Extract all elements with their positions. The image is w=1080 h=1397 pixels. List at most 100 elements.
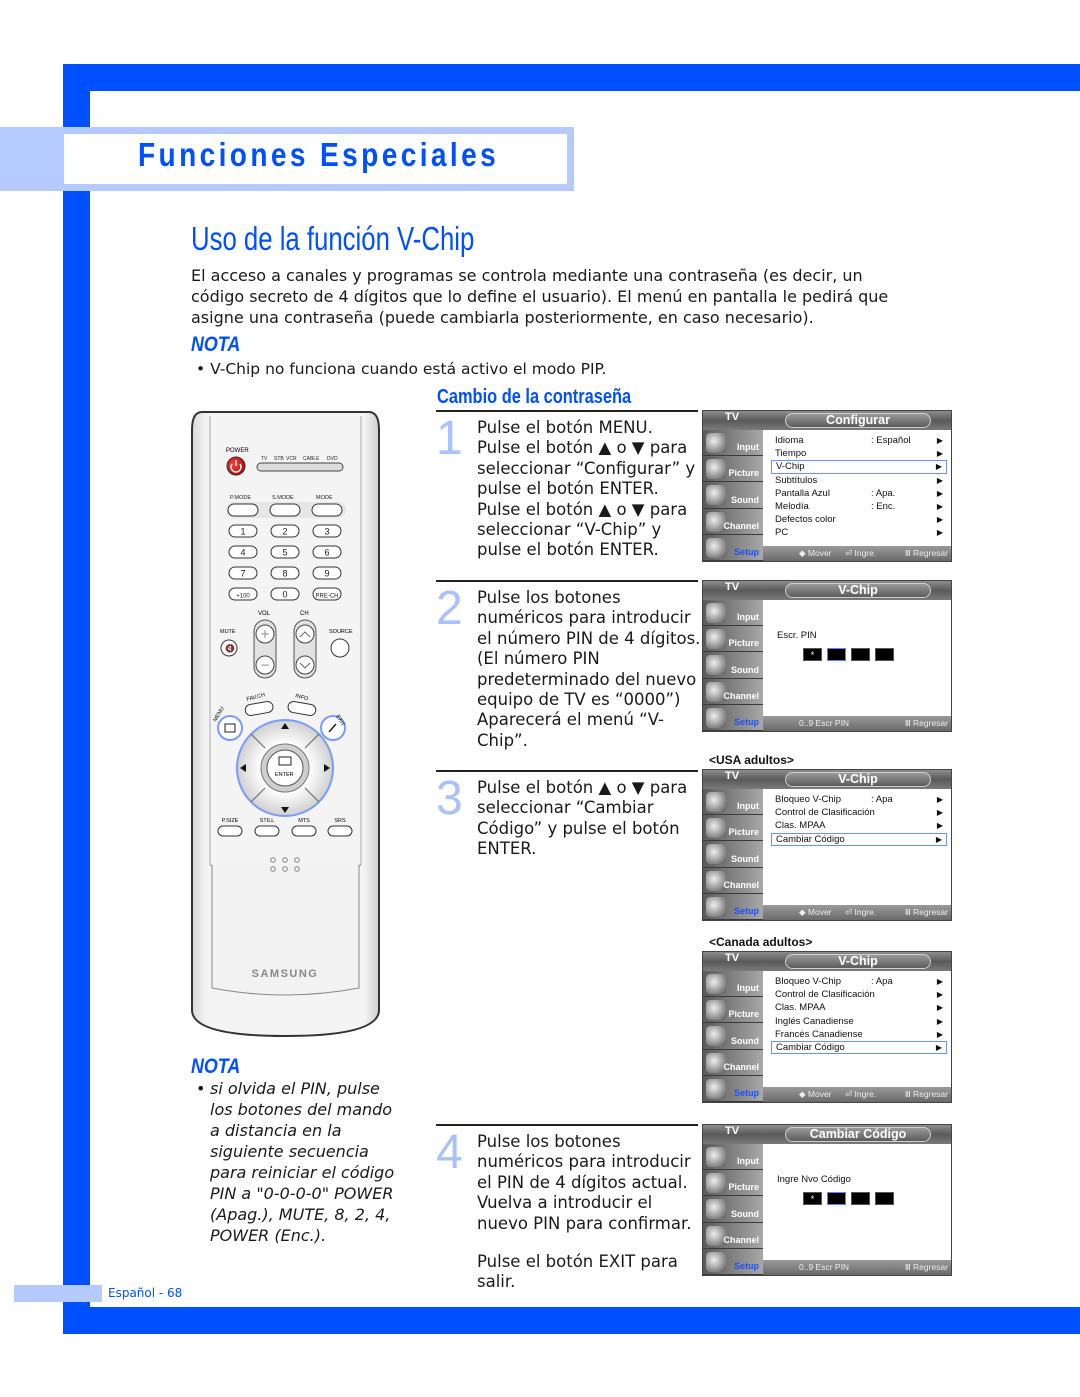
- nota-bottom-label: NOTA: [191, 1055, 241, 1078]
- osd-menu-item[interactable]: Clas. MPAA ▶: [771, 819, 947, 832]
- osd-sidebar-item-input[interactable]: Input: [703, 1144, 763, 1171]
- osd-title: Cambiar Código: [809, 1127, 907, 1141]
- pin-digit-box[interactable]: *: [803, 648, 822, 661]
- osd-sidebar-item-setup[interactable]: Setup: [703, 893, 763, 920]
- osd-menu-item[interactable]: Cambiar Código ▶: [771, 832, 947, 846]
- step-line: Pulse el botón ▲ o ▼ para seleccionar “C…: [477, 778, 688, 859]
- osd-menu-item[interactable]: Bloqueo V-Chip: Apa ▶: [771, 793, 947, 806]
- bottom-button-label: SRS: [334, 818, 346, 824]
- pin-input[interactable]: *: [803, 1192, 894, 1205]
- osd-sidebar-item-channel[interactable]: Channel: [703, 508, 763, 535]
- osd-sidebar-item-input[interactable]: Input: [703, 971, 763, 998]
- osd-menu-item[interactable]: Control de Clasificación ▶: [771, 806, 947, 819]
- osd-sidebar-item-sound[interactable]: Sound: [703, 841, 763, 868]
- osd-footer-enter: ⏎ Ingre.: [845, 907, 877, 917]
- power-label: POWER: [226, 448, 249, 454]
- bottom-button[interactable]: [217, 825, 243, 837]
- osd-menu-item[interactable]: Idioma: Español ▶: [771, 434, 947, 447]
- osd-title: V-Chip: [838, 583, 878, 597]
- osd-sidebar-item-picture[interactable]: Picture: [703, 815, 763, 842]
- osd-menu-item-label: Cambiar Código: [776, 1041, 845, 1053]
- osd-sidebar-item-picture[interactable]: Picture: [703, 626, 763, 653]
- osd-sidebar-label: Picture: [728, 827, 759, 838]
- pin-digit-box[interactable]: [851, 1192, 870, 1205]
- osd-menu-item[interactable]: Control de Clasificación ▶: [771, 988, 947, 1001]
- arrow-right-icon: ▶: [936, 436, 943, 445]
- nota-bottom-text: • si olvida el PIN, pulse los botones de…: [196, 1078, 406, 1246]
- ch-down-button[interactable]: [295, 655, 315, 675]
- pin-input[interactable]: *: [803, 648, 894, 661]
- osd-sidebar-item-channel[interactable]: Channel: [703, 1049, 763, 1076]
- remote-control: POWER TV STB VCR CABLE DVD P.MODE S.MODE MODE …: [190, 410, 381, 1038]
- osd-footer-enter: ⏎ Ingre.: [845, 1089, 877, 1099]
- osd-title: V-Chip: [838, 772, 878, 786]
- pin-digit-box[interactable]: [875, 1192, 894, 1205]
- mode-label: P.MODE: [230, 495, 251, 501]
- setup-icon: [706, 1251, 726, 1272]
- osd-sidebar-item-channel[interactable]: Channel: [703, 1222, 763, 1249]
- source-label: SOURCE: [329, 629, 353, 635]
- step-1: 1 Pulse el botón MENU. Pulse el botón ▲ …: [436, 410, 698, 580]
- osd-menu-item[interactable]: Bloqueo V-Chip: Apa ▶: [771, 975, 947, 988]
- bottom-button[interactable]: [254, 825, 280, 837]
- mode-button-2[interactable]: [269, 503, 301, 517]
- arrow-right-icon: ▶: [936, 1003, 943, 1013]
- osd-sidebar-item-channel[interactable]: Channel: [703, 867, 763, 894]
- picture-icon: [706, 1173, 726, 1194]
- menu-button[interactable]: [217, 715, 243, 741]
- osd-sidebar-item-setup[interactable]: Setup: [703, 1075, 763, 1102]
- osd-sidebar-item-sound[interactable]: Sound: [703, 482, 763, 509]
- osd-menu-item[interactable]: Francés Canadiense ▶: [771, 1028, 947, 1041]
- enter-button[interactable]: [266, 749, 304, 787]
- pin-digit-box[interactable]: [851, 648, 870, 661]
- osd-sidebar-item-input[interactable]: Input: [703, 430, 763, 457]
- mode-button-3[interactable]: [311, 503, 343, 517]
- osd-sidebar-item-sound[interactable]: Sound: [703, 1196, 763, 1223]
- osd-sidebar-item-picture[interactable]: Picture: [703, 997, 763, 1024]
- osd-menu-item[interactable]: Subtítulos ▶: [771, 474, 947, 487]
- tv-osd-screen: TV V-Chip Input Picture Sound Channel Setup Esc…: [702, 580, 952, 732]
- osd-menu-item-label: Inglés Canadiense: [775, 1015, 854, 1027]
- osd-menu-item[interactable]: Inglés Canadiense ▶: [771, 1015, 947, 1028]
- pin-label: Ingre Nvo Código: [777, 1174, 851, 1185]
- osd-sidebar-item-picture[interactable]: Picture: [703, 456, 763, 483]
- osd-sidebar-item-input[interactable]: Input: [703, 789, 763, 816]
- input-icon: [706, 603, 726, 623]
- osd-menu-item[interactable]: V-Chip ▶: [771, 460, 947, 474]
- pin-digit-box[interactable]: *: [803, 1192, 822, 1205]
- ch-up-button[interactable]: [295, 624, 315, 644]
- osd-menu-item[interactable]: Cambiar Código ▶: [771, 1040, 947, 1055]
- osd-footer-move: ◆ Mover: [799, 907, 832, 917]
- osd-menu-item[interactable]: Clas. MPAA ▶: [771, 1001, 947, 1014]
- osd-menu-item-label: Defectos color: [775, 514, 836, 526]
- osd-menu-item[interactable]: PC ▶: [771, 526, 947, 539]
- osd-footer: ◆ Mover ⏎ Ingre. Ⅲ Regresar: [763, 546, 951, 561]
- osd-footer-pin: 0..9 Escr PIN: [799, 718, 850, 728]
- osd-sidebar-label: Input: [737, 801, 759, 812]
- osd-menu-item-label: Clas. MPAA: [775, 1002, 826, 1014]
- remote-control-illustration: POWER TV STB VCR CABLE DVD P.MODE S.MODE MODE …: [191, 411, 380, 1038]
- osd-sidebar-item-input[interactable]: Input: [703, 600, 763, 627]
- digit-label: 1: [240, 527, 245, 537]
- osd-sidebar-item-setup[interactable]: Setup: [703, 704, 763, 731]
- osd-tv-label: TV: [725, 952, 740, 964]
- osd-sidebar-item-channel[interactable]: Channel: [703, 678, 763, 705]
- bottom-button[interactable]: [291, 825, 317, 837]
- osd-sidebar-label: Channel: [723, 1234, 759, 1245]
- osd-menu-item[interactable]: Defectos color ▶: [771, 513, 947, 526]
- bottom-button[interactable]: [327, 825, 353, 837]
- source-button[interactable]: [330, 638, 350, 658]
- mode-button-1[interactable]: [227, 503, 259, 517]
- osd-sidebar-item-setup[interactable]: Setup: [703, 534, 763, 561]
- osd-sidebar-item-setup[interactable]: Setup: [703, 1248, 763, 1275]
- pin-digit-box[interactable]: [827, 648, 846, 661]
- osd-sidebar-item-sound[interactable]: Sound: [703, 652, 763, 679]
- osd-sidebar-item-picture[interactable]: Picture: [703, 1170, 763, 1197]
- osd-menu-item[interactable]: Tiempo ▶: [771, 447, 947, 460]
- osd-menu-item[interactable]: Pantalla Azul: Apa. ▶: [771, 487, 947, 500]
- digit-label: 4: [240, 548, 245, 558]
- osd-sidebar-item-sound[interactable]: Sound: [703, 1023, 763, 1050]
- osd-menu-item[interactable]: Melodía: Enc. ▶: [771, 500, 947, 513]
- pin-digit-box[interactable]: [827, 1192, 846, 1205]
- pin-digit-box[interactable]: [875, 648, 894, 661]
